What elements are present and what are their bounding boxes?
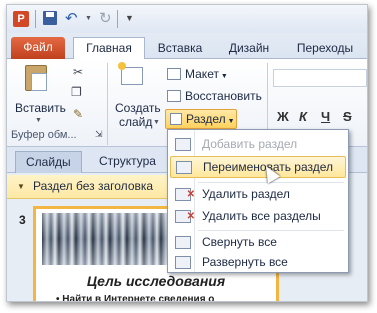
section-icon — [170, 113, 182, 125]
strikethrough-button[interactable]: S — [343, 109, 352, 124]
tab-insert[interactable]: Вставка — [145, 38, 215, 59]
tab-transitions[interactable]: Переходы — [283, 38, 367, 59]
paste-button[interactable]: Вставить — [15, 101, 66, 115]
slide-number: 3 — [19, 213, 26, 227]
font-name-box[interactable] — [273, 69, 367, 87]
slide-title: Цель исследования — [86, 273, 226, 289]
new-slide-button-line2[interactable]: слайд — [119, 115, 152, 129]
redo-icon[interactable]: ↻ — [99, 9, 112, 27]
undo-icon[interactable]: ↶ — [65, 9, 78, 27]
copy-icon[interactable]: ❐ — [71, 85, 82, 99]
slide-bullet: • Найти в Интернете сведения о — [56, 294, 215, 302]
expand-all-icon — [175, 256, 191, 269]
tab-slides[interactable]: Слайды — [15, 151, 82, 173]
toolbar-divider — [117, 10, 118, 28]
add-section-icon — [175, 138, 191, 151]
quick-access-toolbar: P ↶ ▼ ↻ ▼ — [7, 5, 367, 33]
reset-button[interactable]: Восстановить — [167, 89, 262, 103]
format-painter-icon[interactable]: ✎ — [73, 107, 83, 121]
undo-dropdown-icon[interactable]: ▼ — [85, 15, 92, 22]
menu-item-label: Удалить все разделы — [202, 209, 321, 223]
tab-design[interactable]: Дизайн — [219, 38, 279, 59]
menu-item-label: Удалить раздел — [202, 187, 290, 201]
delete-section-icon — [175, 184, 195, 205]
menu-item-add-section[interactable]: Добавить раздел — [170, 134, 346, 156]
delete-all-sections-icon — [175, 206, 195, 227]
new-slide-dropdown-icon[interactable]: ▼ — [153, 119, 160, 126]
paste-dropdown-icon[interactable]: ▼ — [35, 117, 42, 124]
tab-home[interactable]: Главная — [73, 37, 145, 59]
menu-item-delete-section[interactable]: Удалить раздел — [170, 184, 346, 206]
collapse-all-icon — [175, 236, 191, 249]
menu-item-label: Свернуть все — [202, 235, 277, 249]
clipboard-group-caption: Буфер обм... — [11, 129, 77, 141]
tab-outline[interactable]: Структура — [89, 151, 166, 173]
menu-item-rename-section[interactable]: Переименовать раздел — [170, 156, 346, 178]
powerpoint-logo-icon[interactable]: P — [13, 11, 29, 27]
menu-item-delete-all-sections[interactable]: Удалить все разделы — [170, 206, 346, 228]
menu-separator — [198, 182, 344, 183]
underline-button[interactable]: Ч — [321, 109, 330, 124]
menu-item-label: Добавить раздел — [202, 137, 298, 151]
bold-button[interactable]: Ж — [277, 109, 289, 124]
menu-item-expand-all[interactable]: Развернуть все — [170, 252, 346, 274]
ribbon-tabs: Файл Главная Вставка Дизайн Переходы — [7, 33, 367, 59]
tab-file[interactable]: Файл — [11, 37, 65, 59]
layout-label: Макет — [185, 67, 219, 81]
customize-toolbar-icon[interactable]: ▼ — [125, 13, 134, 23]
reset-label: Восстановить — [185, 89, 262, 103]
paste-icon[interactable] — [25, 65, 47, 91]
dialog-launcher-icon[interactable]: ⇲ — [95, 129, 103, 140]
toolbar-divider — [35, 10, 36, 28]
menu-item-collapse-all[interactable]: Свернуть все — [170, 232, 346, 254]
powerpoint-window: P ↶ ▼ ↻ ▼ Файл Главная Вставка Дизайн Пе… — [6, 4, 368, 302]
section-label: Раздел — [186, 112, 226, 126]
layout-button[interactable]: Макет ▼ — [167, 67, 228, 81]
italic-button[interactable]: К — [299, 109, 307, 124]
cut-icon[interactable]: ✂ — [73, 65, 83, 79]
save-icon[interactable] — [43, 11, 57, 25]
reset-icon — [167, 90, 181, 102]
rename-section-icon — [176, 161, 192, 174]
group-divider — [107, 63, 108, 145]
layout-icon — [167, 68, 181, 80]
menu-separator — [198, 230, 344, 231]
menu-item-label: Развернуть все — [202, 255, 288, 269]
section-dropdown-menu: Добавить раздел Переименовать раздел Уда… — [167, 129, 349, 273]
section-button[interactable]: Раздел ▼ — [165, 109, 237, 129]
new-slide-button[interactable]: Создать — [115, 101, 161, 115]
new-slide-icon[interactable] — [118, 62, 143, 85]
